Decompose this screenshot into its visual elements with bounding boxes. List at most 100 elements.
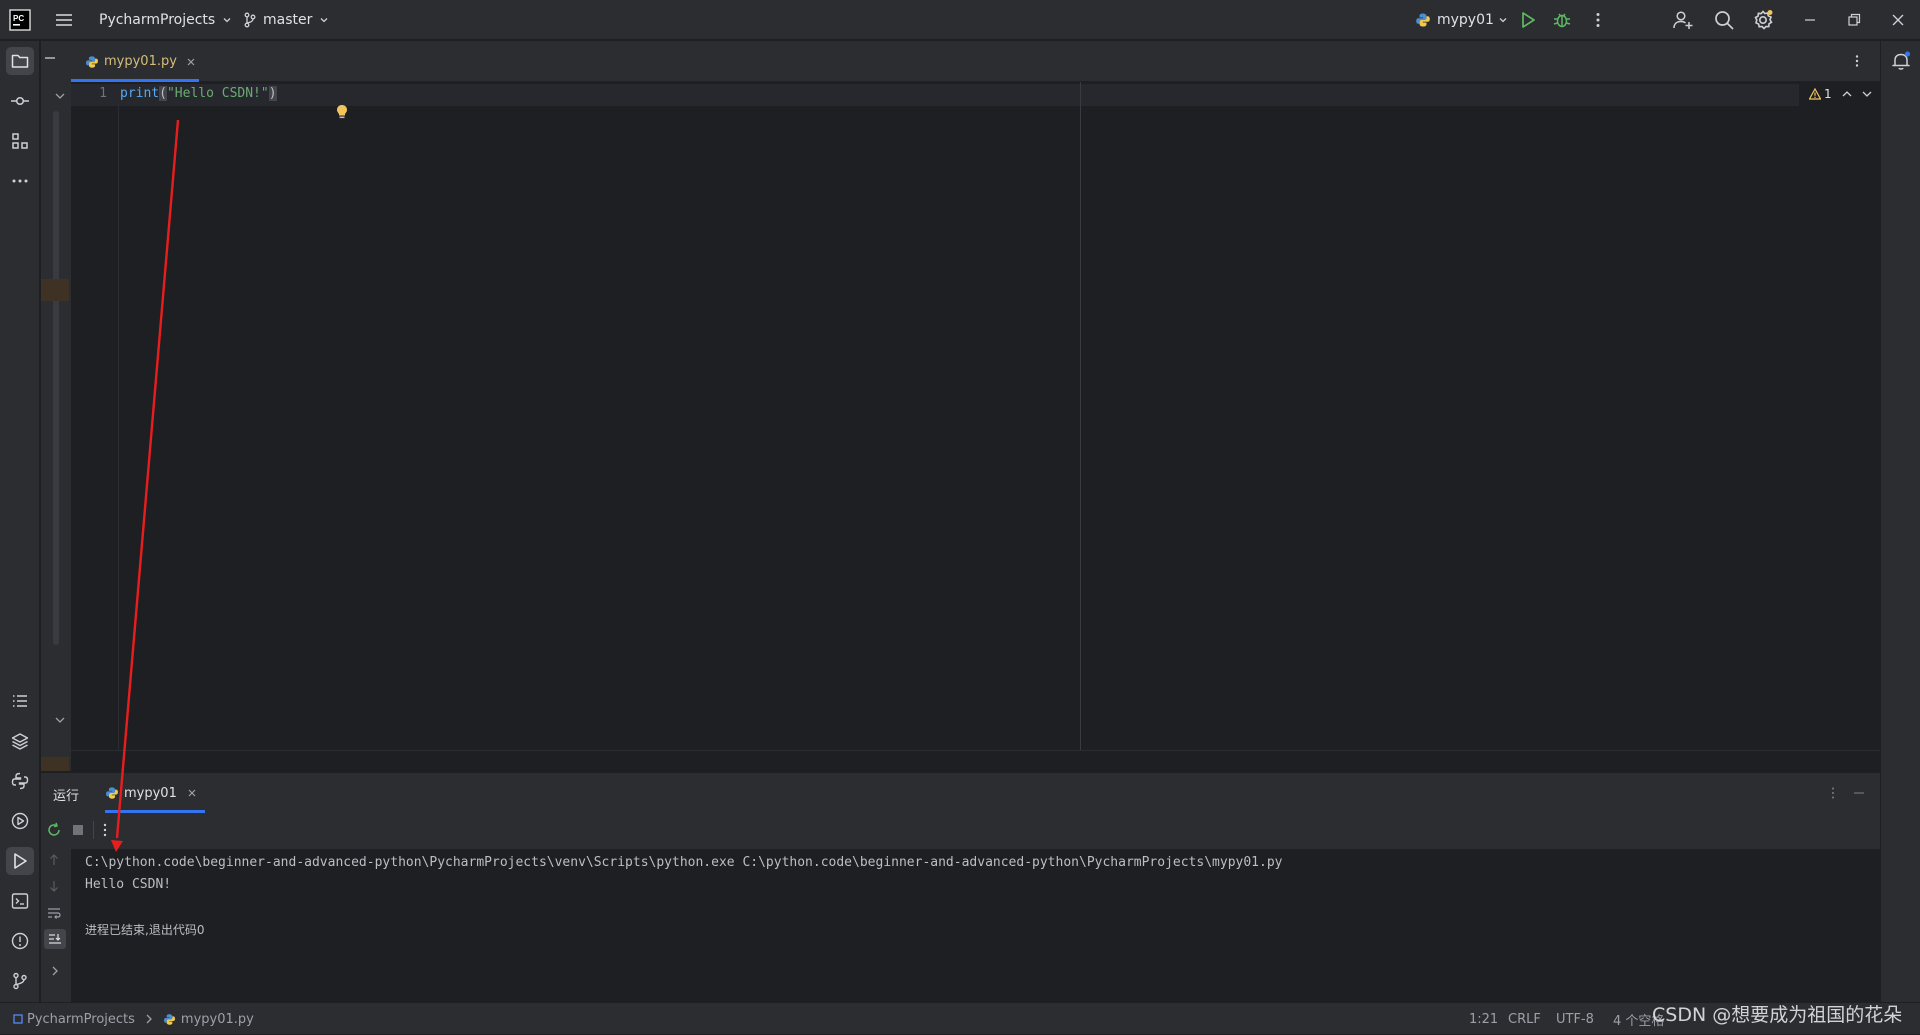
status-bar: PycharmProjects mypy01.py 1:21 CRLF UTF-… (0, 1002, 1920, 1034)
chevron-up-icon[interactable] (1841, 88, 1853, 100)
commit-tool-button[interactable] (6, 87, 34, 115)
folder-icon (11, 54, 29, 68)
minimize-panel-icon[interactable] (43, 51, 57, 65)
layers-tool-button[interactable] (6, 727, 34, 755)
todo-tool-button[interactable] (6, 687, 34, 715)
project-name: PycharmProjects (99, 12, 216, 28)
restore-window-button[interactable] (1844, 0, 1864, 40)
more-horizontal-icon (12, 179, 28, 183)
run-config-name: mypy01 (1437, 12, 1494, 28)
panel-options-icon[interactable] (1825, 785, 1841, 801)
settings-gear-icon[interactable] (1752, 0, 1774, 40)
terminal-icon (11, 893, 29, 909)
module-icon (13, 1014, 23, 1024)
main-menu-icon[interactable] (50, 0, 78, 40)
chevron-right-icon (146, 1014, 152, 1024)
branch-selector[interactable]: master (243, 0, 329, 40)
title-bar: PC PycharmProjects master mypy01 (0, 0, 1920, 40)
code-line-1[interactable]: print("Hello CSDN!") (120, 86, 277, 101)
pycharm-logo-icon[interactable]: PC (8, 0, 32, 40)
inspection-widget[interactable]: 1 (1809, 87, 1873, 101)
code-editor[interactable]: 1 print("Hello CSDN!") 1 (71, 82, 1880, 750)
active-tab-indicator (105, 810, 205, 813)
editor-tab-label: mypy01.py (104, 54, 177, 69)
left-tool-strip (0, 41, 40, 1002)
chevron-down-icon[interactable] (54, 90, 66, 102)
run-tab-mypy01[interactable]: mypy01 (105, 773, 205, 813)
project-tool-button[interactable] (6, 47, 34, 75)
python-icon (106, 787, 118, 799)
gutter-divider (118, 104, 119, 750)
run-button[interactable] (1518, 0, 1538, 40)
run-config-selector[interactable]: mypy01 (1415, 0, 1508, 40)
chevron-down-icon[interactable] (1861, 88, 1873, 100)
python-console-tool-button[interactable] (6, 767, 34, 795)
code-with-me-icon[interactable] (1672, 0, 1694, 40)
notifications-button[interactable] (1887, 47, 1915, 75)
debug-button[interactable] (1552, 0, 1572, 40)
console-command-line: C:\python.code\beginner-and-advanced-pyt… (85, 855, 1283, 870)
run-icon (14, 853, 27, 869)
code-open-paren: ( (159, 86, 167, 101)
svg-text:PC: PC (13, 14, 24, 23)
file-encoding[interactable]: UTF-8 (1556, 1003, 1594, 1035)
arrow-down-icon[interactable] (47, 879, 61, 893)
structure-tool-button[interactable] (6, 127, 34, 155)
run-panel-title: 运行 (53, 789, 80, 804)
tab-options-icon[interactable] (1849, 53, 1865, 69)
warning-count: 1 (1824, 87, 1832, 101)
run-tool-window: 运行 mypy01 C:\python.code\beginner-and-ad… (41, 772, 1880, 1003)
stop-icon[interactable] (71, 823, 85, 837)
run-side-toolbar (41, 813, 71, 1003)
python-console-icon (11, 772, 29, 790)
services-tool-button[interactable] (6, 807, 34, 835)
close-icon[interactable] (186, 57, 196, 67)
problems-tool-button[interactable] (6, 927, 34, 955)
line-separator[interactable]: CRLF (1508, 1003, 1541, 1035)
right-tool-strip (1880, 41, 1920, 1002)
terminal-tool-button[interactable] (6, 887, 34, 915)
breadcrumb[interactable]: PycharmProjects mypy01.py (12, 1003, 254, 1035)
caret-position[interactable]: 1:21 (1469, 1003, 1498, 1035)
commit-icon (11, 96, 29, 106)
scroll-to-end-icon (49, 934, 61, 944)
scroll-to-end-button[interactable] (44, 929, 66, 949)
search-icon[interactable] (1713, 0, 1735, 40)
run-tool-button[interactable] (6, 847, 34, 875)
close-window-button[interactable] (1888, 0, 1908, 40)
editor-horizontal-scroll-area[interactable] (71, 750, 1880, 772)
git-branch-icon (244, 12, 256, 28)
breadcrumb-project[interactable]: PycharmProjects (27, 1012, 135, 1027)
line-number: 1 (99, 86, 107, 101)
close-icon[interactable] (187, 788, 197, 798)
run-tab-label: mypy01 (124, 785, 177, 801)
console-output[interactable]: C:\python.code\beginner-and-advanced-pyt… (71, 849, 1880, 1003)
code-string-token: "Hello CSDN!" (166, 86, 269, 101)
more-actions-icon[interactable] (97, 821, 113, 839)
console-output-line: Hello CSDN! (85, 877, 172, 892)
chevron-down-icon (320, 18, 328, 23)
more-tools-button[interactable] (6, 167, 34, 195)
list-icon (13, 695, 27, 707)
breadcrumb-file[interactable]: mypy01.py (181, 1012, 254, 1027)
chevron-down-icon (1499, 18, 1507, 23)
structure-icon (12, 133, 28, 149)
python-file-icon (86, 55, 98, 68)
chevron-down-icon[interactable] (54, 714, 66, 726)
minimize-panel-icon[interactable] (1851, 785, 1867, 801)
minimize-window-button[interactable] (1800, 0, 1820, 40)
soft-wrap-icon[interactable] (46, 905, 62, 921)
git-tool-button[interactable] (6, 967, 34, 995)
lightbulb-icon[interactable] (334, 103, 350, 121)
editor-tab-mypy01[interactable]: mypy01.py (71, 41, 199, 82)
services-icon (11, 812, 29, 830)
right-margin-guide (1080, 82, 1081, 750)
project-selector[interactable]: PycharmProjects (99, 0, 232, 40)
more-actions-icon[interactable] (1588, 0, 1608, 40)
project-scrollbar[interactable] (53, 111, 59, 645)
layers-icon (11, 733, 29, 750)
highlight-marker (41, 279, 69, 301)
arrow-up-icon[interactable] (47, 853, 61, 867)
chevron-right-icon[interactable] (49, 965, 61, 977)
project-panel-collapsed (41, 41, 71, 771)
